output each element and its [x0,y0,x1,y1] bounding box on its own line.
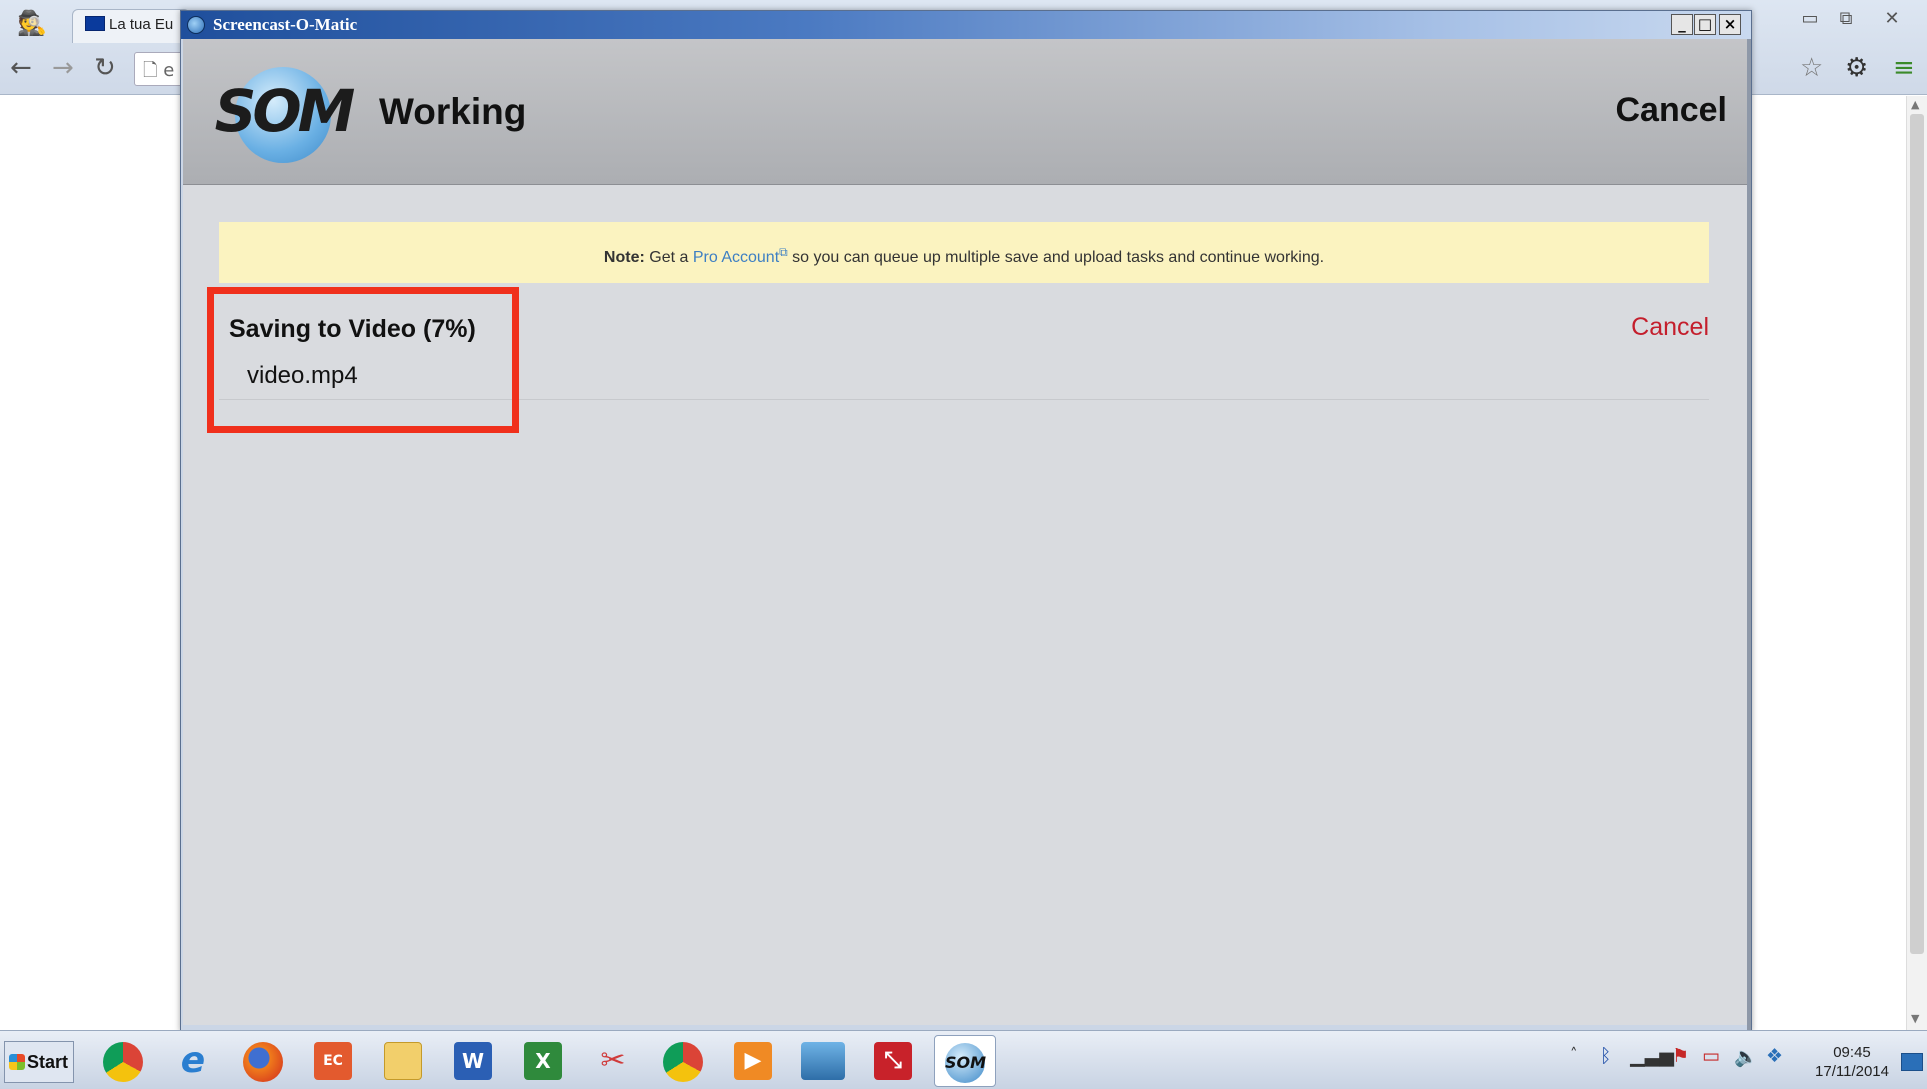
address-bar-text: e [163,60,175,81]
acrobat-icon[interactable]: ⤡ [862,1035,924,1087]
pro-account-link[interactable]: Pro Account [693,249,779,266]
scroll-up-icon[interactable]: ▲ [1911,98,1919,111]
working-body: Note: Get a Pro Account⧉ so you can queu… [183,185,1747,1025]
som-logo: SOM [213,59,356,169]
system-clock[interactable]: 09:45 17/11/2014 [1808,1043,1896,1081]
window-titlebar[interactable]: Screencast-O-Matic _ □ × [181,11,1751,39]
logo-text: SOM [214,77,356,145]
browser-scrollbar[interactable]: ▲ ▼ [1906,96,1927,1030]
note-label: Note: [603,249,645,266]
browser-minimize-icon[interactable]: ▭ [1790,6,1830,32]
taskbar: Start e EC W X ✂ ▶ ⤡ SOM ˄ ᛒ ▁▃▅ ⚑ ▭ 🔈 ❖… [0,1030,1927,1089]
maximize-button[interactable]: □ [1694,14,1716,35]
star-icon[interactable]: ☆ [1800,52,1823,84]
close-button[interactable]: × [1719,14,1741,35]
media-player-icon[interactable]: ▶ [722,1035,784,1087]
reload-icon[interactable]: ↻ [94,52,116,84]
note-text-after: so you can queue up multiple save and up… [792,249,1325,266]
external-link-icon: ⧉ [779,245,788,259]
forward-arrow-icon[interactable]: → [52,52,74,84]
chrome-icon-2[interactable] [652,1035,714,1087]
bluetooth-icon[interactable]: ᛒ [1600,1045,1611,1067]
word-icon[interactable]: W [442,1035,504,1087]
battery-warning-icon[interactable]: ▭ [1702,1045,1720,1067]
chrome-icon[interactable] [92,1035,154,1087]
minimize-button[interactable]: _ [1671,14,1693,35]
working-header: SOM Working Cancel [183,39,1747,185]
scrollbar-thumb[interactable] [1910,114,1924,954]
red-highlight-box [207,287,519,433]
clock-time: 09:45 [1833,1044,1871,1061]
window-title: Screencast-O-Matic [213,15,358,34]
file-explorer-icon[interactable] [372,1035,434,1087]
pro-account-note: Note: Get a Pro Account⧉ so you can queu… [219,222,1709,283]
page-icon: 🗋 [143,60,158,81]
browser-close-icon[interactable]: ✕ [1872,6,1912,32]
window-border-scrollbar [1747,39,1751,1031]
browser-tab[interactable]: La tua Eu [72,9,190,43]
action-center-flag-icon[interactable]: ⚑ [1672,1045,1689,1067]
windows-logo-icon [9,1054,25,1070]
start-button[interactable]: Start [4,1041,74,1083]
page-title: Working [379,91,527,132]
snipping-tool-icon[interactable]: ✂ [582,1035,644,1087]
browser-restore-icon[interactable]: ⧉ [1826,6,1866,32]
network-signal-icon[interactable]: ▁▃▅ [1630,1045,1674,1067]
photo-viewer-icon[interactable] [792,1035,854,1087]
note-text-before: Get a [649,249,689,266]
screen-recorder-icon[interactable]: EC [302,1035,364,1087]
start-label: Start [27,1052,69,1072]
task-cancel-link[interactable]: Cancel [1631,313,1709,342]
dropbox-icon[interactable]: ❖ [1766,1045,1783,1067]
gear-icon[interactable]: ⚙ [1845,52,1868,84]
screencast-o-matic-icon[interactable]: SOM [934,1035,996,1087]
hamburger-menu-icon[interactable]: ≡ [1893,52,1915,84]
header-cancel-button[interactable]: Cancel [1616,91,1728,130]
show-desktop-button[interactable] [1901,1053,1923,1071]
screencast-o-matic-window: Screencast-O-Matic _ □ × SOM Working Can… [180,10,1752,1032]
volume-icon[interactable]: 🔈 [1734,1045,1758,1068]
clock-date: 17/11/2014 [1815,1063,1889,1080]
browser-tab-title: La tua Eu [109,16,174,33]
internet-explorer-icon[interactable]: e [162,1035,224,1087]
incognito-icon: 🕵 [17,9,47,37]
back-arrow-icon[interactable]: ← [10,52,32,84]
scroll-down-icon[interactable]: ▼ [1911,1012,1919,1025]
app-icon [187,16,205,34]
eu-flag-icon [85,16,105,31]
firefox-icon[interactable] [232,1035,294,1087]
show-hidden-icons-icon[interactable]: ˄ [1570,1045,1578,1063]
excel-icon[interactable]: X [512,1035,574,1087]
